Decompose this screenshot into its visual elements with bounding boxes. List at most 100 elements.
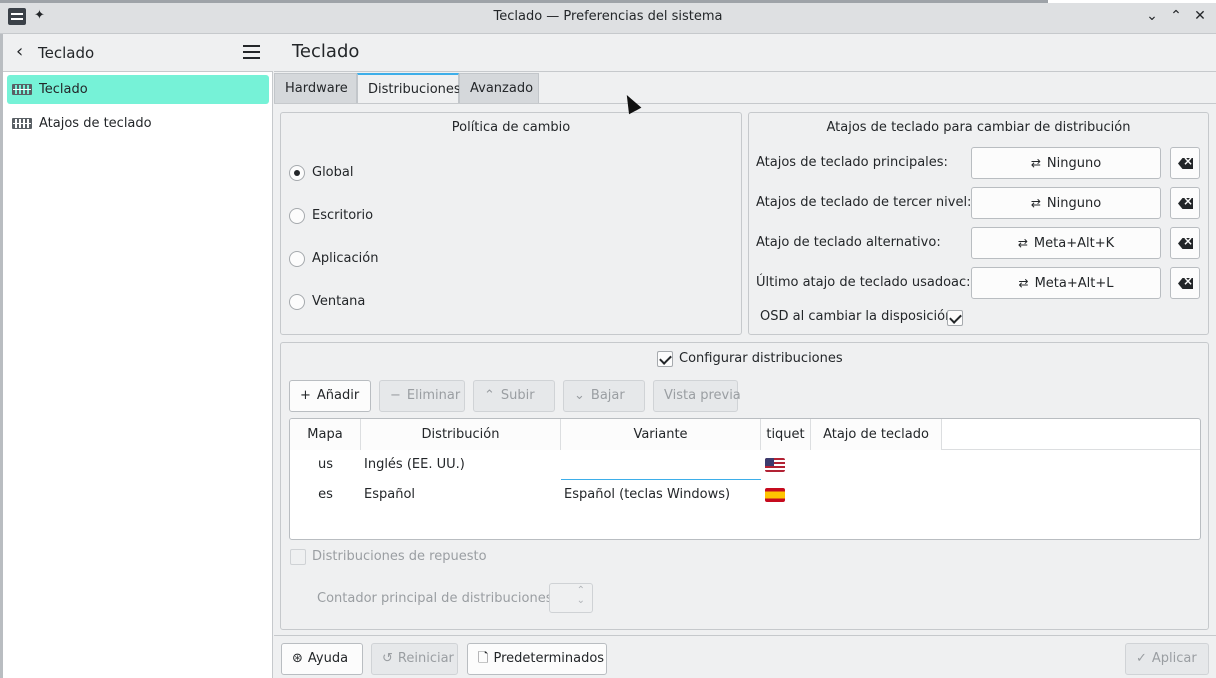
configure-layouts-checkbox[interactable] [657,351,673,367]
tab-bar: Hardware Distribuciones Avanzado [274,73,1216,103]
apply-button[interactable]: ✓ Aplicar [1125,643,1209,675]
chevron-down-icon: ⌄ [1146,8,1158,24]
sidebar: ‹ Teclado Teclado Atajos de teclado [0,34,273,678]
alternative-shortcut-button[interactable]: ⇄ Meta+Alt+K [971,227,1161,259]
radio-button[interactable] [289,294,305,310]
remove-layout-button[interactable]: − Eliminar [379,380,465,412]
spare-counter-spinbox[interactable] [549,583,593,613]
back-arrow-icon[interactable]: ‹ [16,42,23,62]
sidebar-item-atajos-de-teclado[interactable]: Atajos de teclado [7,109,269,138]
switching-policy-group: Política de cambio Global Escritorio Apl… [280,112,742,335]
column-header-tiquet[interactable]: tiquet [761,419,811,450]
backspace-icon [1178,198,1193,209]
swap-icon: ⇄ [1030,196,1041,210]
osd-checkbox[interactable] [947,310,963,326]
shortcut-label: Atajos de teclado principales: [756,155,948,170]
checkmark-icon: ✓ [1136,651,1147,666]
title-bar: ✦ Teclado — Preferencias del sistema ⌄ ⌃… [0,0,1216,34]
preview-button[interactable]: Vista previa [653,380,741,412]
shortcut-value: Meta+Alt+L [1034,276,1114,291]
swap-icon: ⇄ [1018,276,1029,290]
radio-button[interactable] [289,251,305,267]
clear-last-used-shortcut-button[interactable] [1170,267,1200,299]
hamburger-menu-icon[interactable] [243,45,260,59]
spare-layouts-label: Distribuciones de repuesto [312,549,487,564]
main-shortcut-row: Atajos de teclado principales: ⇄ Ninguno [756,147,1206,179]
clear-alternative-shortcut-button[interactable] [1170,227,1200,259]
column-header-distribucion[interactable]: Distribución [361,419,561,450]
radio-label: Global [312,165,354,180]
shortcut-label: Último atajo de teclado usadoac: [756,275,971,290]
osd-label: OSD al cambiar la disposición [760,309,954,324]
sidebar-item-teclado[interactable]: Teclado [7,75,269,104]
es-flag-icon [765,488,785,502]
move-down-button[interactable]: ⌄ Bajar [563,380,645,412]
layouts-toolbar: + Añadir − Eliminar ⌃ Subir ⌄ Bajar Vista pr… [289,380,1189,412]
layouts-group: Configurar distribuciones + Añadir − Elimi… [280,342,1209,630]
swap-icon: ⇄ [1030,156,1041,170]
map-cell: us [317,457,333,472]
shortcut-value: Meta+Alt+K [1033,236,1115,251]
main-shortcut-button[interactable]: ⇄ Ninguno [971,147,1161,179]
tab-hardware[interactable]: Hardware [274,73,357,103]
page-title: Teclado [292,41,360,62]
clear-main-shortcut-button[interactable] [1170,147,1200,179]
minimize-button[interactable]: ⌄ [1143,7,1161,25]
us-flag-icon [765,458,785,472]
last-used-shortcut-button[interactable]: ⇄ Meta+Alt+L [971,267,1161,299]
keyboard-icon [12,84,32,95]
table-row[interactable]: us Inglés (EE. UU.) [290,450,1200,480]
plus-icon: + [300,388,311,403]
radio-label: Escritorio [312,208,374,223]
sidebar-title: Teclado [38,44,95,62]
spare-layouts-checkbox[interactable] [290,549,306,565]
shortcut-value: Ninguno [1046,196,1102,211]
help-button[interactable]: ⊛ Ayuda [281,643,363,675]
reset-button[interactable]: ↺ Reiniciar [371,643,458,675]
alternative-shortcut-row: Atajo de teclado alternativo: ⇄ Meta+Alt+… [756,227,1206,259]
chevron-up-icon: ⌃ [484,388,495,403]
shortcut-value: Ninguno [1046,156,1102,171]
radio-label: Aplicación [312,251,379,266]
shortcut-label: Atajos de teclado de tercer nivel: [756,195,972,210]
lifebuoy-icon: ⊛ [292,651,303,666]
table-header: Mapa Distribución Variante tiquet Atajo … [290,419,1200,450]
tab-avanzado[interactable]: Avanzado [459,73,539,103]
third-level-shortcut-row: Atajos de teclado de tercer nivel: ⇄ Ning… [756,187,1206,219]
chevron-up-icon: ⌃ [1170,8,1182,24]
keyboard-icon [12,118,32,129]
add-layout-button[interactable]: + Añadir [289,380,371,412]
backspace-icon [1178,238,1193,249]
column-header-mapa[interactable]: Mapa [290,419,361,450]
clear-third-level-shortcut-button[interactable] [1170,187,1200,219]
footer-bar: ⊛ Ayuda ↺ Reiniciar 🗋 Predeterminados ✓ Apli… [274,635,1216,678]
window-title: Teclado — Preferencias del sistema [493,9,723,24]
swap-icon: ⇄ [1017,236,1028,250]
switch-shortcuts-group: Atajos de teclado para cambiar de distri… [748,112,1209,335]
close-button[interactable]: ✕ [1191,7,1209,25]
radio-button[interactable] [289,165,305,181]
sidebar-item-label: Teclado [39,82,88,97]
minus-icon: − [390,388,401,403]
close-icon: ✕ [1194,8,1206,24]
last-used-shortcut-row: Último atajo de teclado usadoac: ⇄ Meta+A… [756,267,1206,299]
group-title: Política de cambio [451,120,571,135]
column-header-variante[interactable]: Variante [561,419,761,450]
third-level-shortcut-button[interactable]: ⇄ Ninguno [971,187,1161,219]
tab-distribuciones[interactable]: Distribuciones [357,73,461,103]
map-cell: es [318,487,333,502]
variant-cell[interactable]: Español (teclas Windows) [564,480,730,510]
column-header-atajo[interactable]: Atajo de teclado [811,419,942,450]
radio-button[interactable] [289,208,305,224]
sidebar-header: ‹ Teclado [3,34,273,72]
group-title: Atajos de teclado para cambiar de distri… [826,120,1131,135]
table-row[interactable]: es Español Español (teclas Windows) [290,480,1200,510]
move-up-button[interactable]: ⌃ Subir [473,380,555,412]
layouts-table: Mapa Distribución Variante tiquet Atajo … [289,418,1201,540]
maximize-button[interactable]: ⌃ [1167,7,1185,25]
undo-icon: ↺ [382,651,393,666]
defaults-button[interactable]: 🗋 Predeterminados [467,643,607,675]
layout-cell: Inglés (EE. UU.) [364,457,465,472]
spare-counter-label: Contador principal de distribuciones: [317,591,557,606]
title-bar-top-line [0,0,1216,3]
